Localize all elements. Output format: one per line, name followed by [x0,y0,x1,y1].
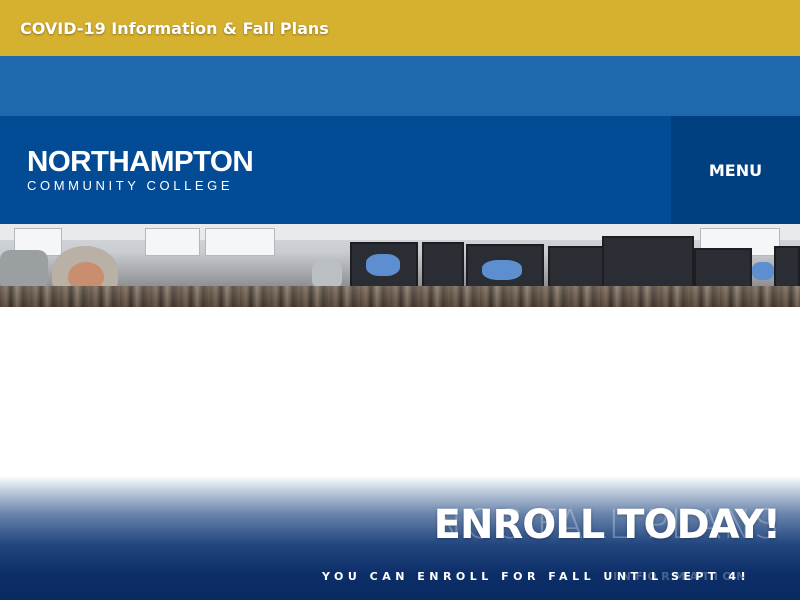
tree-photo-shade [0,286,800,307]
photo-window [205,228,275,256]
hero-photo [0,224,800,286]
menu-button[interactable]: MENU [671,116,800,224]
covid-info-link[interactable]: COVID-19 Information & Fall Plans [20,19,329,38]
photo-monitor [774,246,800,286]
utility-bar [0,56,800,116]
photo-chair [312,260,342,286]
photo-screen [366,254,400,276]
college-logo[interactable]: NORTHAMPTON COMMUNITY COLLEGE [27,146,277,194]
photo-screen [482,260,522,280]
covid-alert-bar: COVID-19 Information & Fall Plans [0,0,800,56]
banner-title: ENROLL TODAY! [433,502,781,548]
photo-monitor [422,242,464,286]
site-header: NORTHAMPTON COMMUNITY COLLEGE MENU [0,116,800,224]
photo-screen [752,262,774,280]
logo-subtitle: COMMUNITY COLLEGE [27,178,234,193]
photo-window [145,228,200,256]
banner-subtitle: YOU CAN ENROLL FOR FALL UNTIL SEPT 4! [321,570,750,583]
photo-monitor [602,236,694,286]
photo-monitor [548,246,604,286]
enroll-banner[interactable]: NCC FALL PLANS ENROLL TODAY! INFORMATION… [0,476,800,600]
photo-monitor [694,248,752,286]
logo-name: NORTHAMPTON [27,146,254,178]
photo-chair [0,250,48,286]
photo-student-face [68,262,104,286]
